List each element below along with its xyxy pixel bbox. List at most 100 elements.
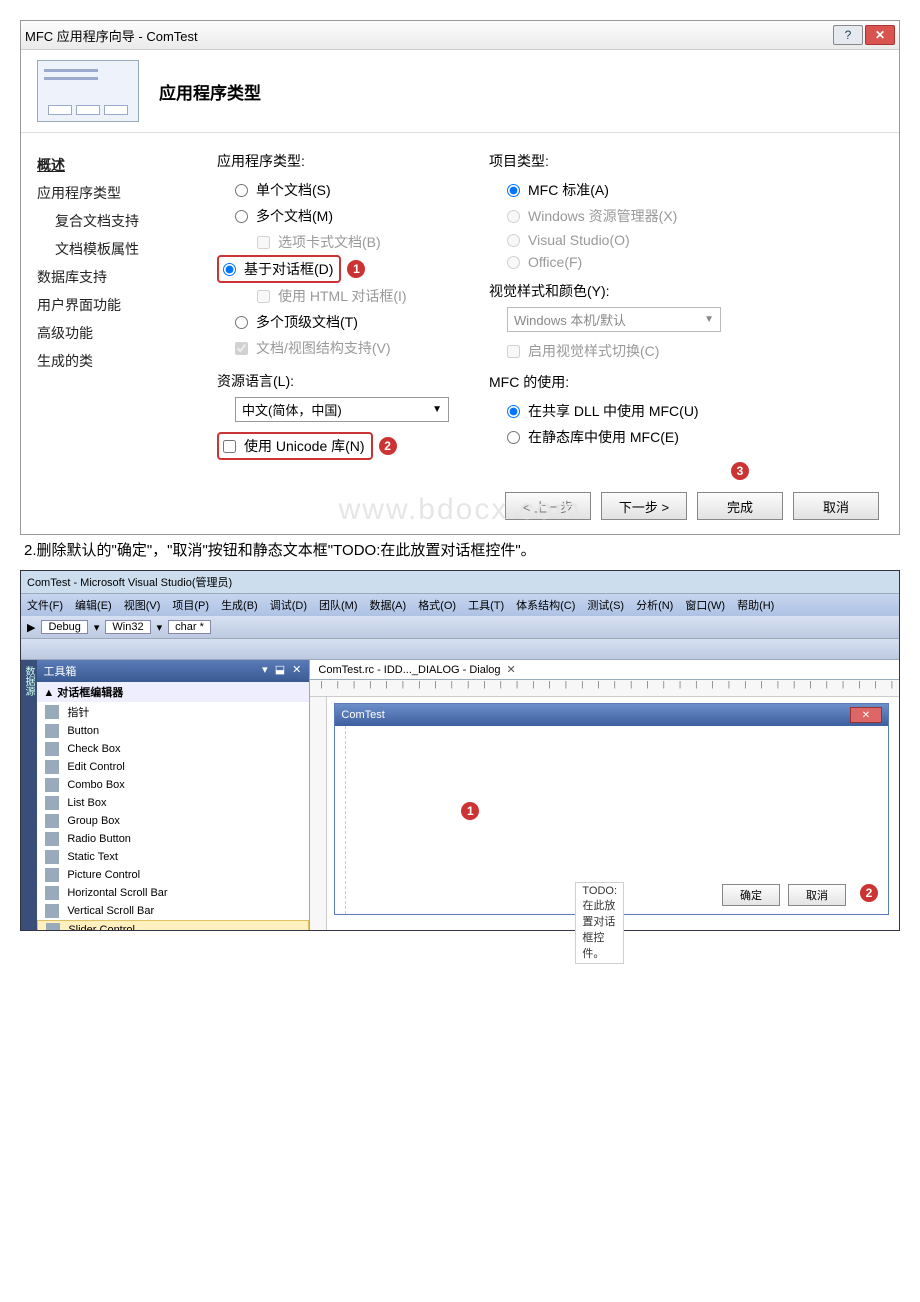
marker-2: 2 bbox=[379, 437, 397, 455]
nav-advanced[interactable]: 高级功能 bbox=[37, 319, 207, 347]
label-dialog: 基于对话框(D) bbox=[244, 259, 333, 279]
side-tab[interactable]: 数据源 bbox=[21, 660, 37, 930]
nav-classes[interactable]: 生成的类 bbox=[37, 347, 207, 375]
menu-file[interactable]: 文件(F) bbox=[27, 597, 63, 613]
toolbox-item-label: 指针 bbox=[67, 704, 89, 720]
caption-text: 2.删除默认的"确定"，"取消"按钮和静态文本框"TODO:在此放置对话框控件"… bbox=[24, 539, 896, 560]
toolbox-list: 指针 ButtonCheck BoxEdit ControlCombo BoxLi… bbox=[37, 702, 309, 930]
check-unicode[interactable] bbox=[223, 440, 236, 453]
control-icon bbox=[45, 778, 59, 792]
close-button[interactable]: ✕ bbox=[865, 25, 895, 45]
side-tab-label: 数据源 bbox=[21, 660, 36, 696]
toolbox-item[interactable]: Check Box bbox=[37, 740, 309, 758]
dialog-close-icon[interactable]: ✕ bbox=[850, 707, 882, 723]
toolbox-item[interactable]: Group Box bbox=[37, 812, 309, 830]
platform-select[interactable]: Win32 bbox=[105, 620, 150, 634]
control-icon bbox=[45, 724, 59, 738]
nav-overview[interactable]: 概述 bbox=[37, 151, 207, 179]
toolbox-item[interactable]: Static Text bbox=[37, 848, 309, 866]
menu-edit[interactable]: 编辑(E) bbox=[75, 597, 112, 613]
radio-mfc-static[interactable] bbox=[507, 431, 520, 444]
toolbox-item[interactable]: Button bbox=[37, 722, 309, 740]
wizard-nav: 概述 应用程序类型 复合文档支持 文档模板属性 数据库支持 用户界面功能 高级功… bbox=[21, 133, 207, 478]
help-button[interactable]: ? bbox=[833, 25, 863, 45]
wizard-thumb-icon bbox=[37, 60, 139, 122]
wizard-footer: 3 < 上一步 下一步 > 完成 取消 bbox=[21, 478, 899, 534]
toolbox-item-label: Picture Control bbox=[67, 869, 140, 881]
vs-toolbar-2 bbox=[21, 639, 899, 660]
wizard-titlebar: MFC 应用程序向导 - ComTest ? ✕ bbox=[21, 21, 899, 50]
radio-mfc-shared[interactable] bbox=[507, 405, 520, 418]
toolbox-item-label: Vertical Scroll Bar bbox=[67, 905, 154, 917]
menu-test[interactable]: 测试(S) bbox=[587, 597, 624, 613]
control-icon bbox=[45, 868, 59, 882]
toolbox-item[interactable]: Vertical Scroll Bar bbox=[37, 902, 309, 920]
toolbox-item[interactable]: Edit Control bbox=[37, 758, 309, 776]
radio-vs bbox=[507, 234, 520, 247]
radio-multi[interactable] bbox=[235, 210, 248, 223]
toolbox-item[interactable]: Slider Control bbox=[37, 920, 309, 930]
h-ruler: | | | | | | | | | | | | | | | | | | | | … bbox=[310, 680, 899, 697]
radio-dialog[interactable] bbox=[223, 263, 236, 276]
menu-build[interactable]: 生成(B) bbox=[221, 597, 258, 613]
label-tabbed: 选项卡式文档(B) bbox=[278, 232, 381, 252]
toolbox-item[interactable]: Picture Control bbox=[37, 866, 309, 884]
prev-button[interactable]: < 上一步 bbox=[505, 492, 591, 520]
res-lang-select[interactable]: 中文(简体，中国) ▼ bbox=[235, 397, 449, 422]
nav-ui[interactable]: 用户界面功能 bbox=[37, 291, 207, 319]
cancel-button[interactable]: 取消 bbox=[793, 492, 879, 520]
mfc-use-label: MFC 的使用: bbox=[489, 372, 721, 392]
label-visual-switch: 启用视觉样式切换(C) bbox=[528, 341, 659, 361]
toolbox-item[interactable]: List Box bbox=[37, 794, 309, 812]
menu-help[interactable]: 帮助(H) bbox=[737, 597, 774, 613]
cancel-btn[interactable]: 取消 bbox=[788, 884, 846, 906]
label-html: 使用 HTML 对话框(I) bbox=[278, 286, 407, 306]
static-text[interactable]: TODO: 在此放置对话框控件。 bbox=[575, 882, 624, 964]
pin-close-icons[interactable]: ▾ ⬓ ✕ bbox=[262, 663, 303, 679]
nav-compound[interactable]: 复合文档支持 bbox=[37, 207, 207, 235]
close-icon[interactable]: ✕ bbox=[507, 663, 516, 676]
toolbox-item[interactable]: 指针 bbox=[37, 702, 309, 722]
menu-team[interactable]: 团队(M) bbox=[319, 597, 358, 613]
menu-window[interactable]: 窗口(W) bbox=[685, 597, 725, 613]
toolbox-item-label: Slider Control bbox=[68, 924, 135, 930]
toolbox-item-label: Static Text bbox=[67, 851, 118, 863]
control-icon bbox=[45, 742, 59, 756]
radio-mfc[interactable] bbox=[507, 184, 520, 197]
control-icon bbox=[45, 832, 59, 846]
menu-project[interactable]: 项目(P) bbox=[172, 597, 209, 613]
label-mfc-static: 在静态库中使用 MFC(E) bbox=[528, 427, 679, 447]
menu-tools[interactable]: 工具(T) bbox=[468, 597, 504, 613]
res-lang-label: 资源语言(L): bbox=[217, 371, 449, 391]
toolbox-item[interactable]: Combo Box bbox=[37, 776, 309, 794]
vs-toolbar: ▶ Debug ▾ Win32 ▾ char * bbox=[21, 616, 899, 639]
nav-doc-template[interactable]: 文档模板属性 bbox=[37, 235, 207, 263]
config-select[interactable]: Debug bbox=[41, 620, 87, 634]
toolbox-category[interactable]: ▲ 对话框编辑器 bbox=[37, 682, 309, 702]
radio-top[interactable] bbox=[235, 316, 248, 329]
finish-button[interactable]: 完成 bbox=[697, 492, 783, 520]
dialog-preview[interactable]: ComTest ✕ TODO: 在此放置对话框控件。 1 确定 取消 bbox=[334, 703, 889, 915]
find-box[interactable]: char * bbox=[168, 620, 211, 634]
nav-app-type[interactable]: 应用程序类型 bbox=[37, 179, 207, 207]
label-vs: Visual Studio(O) bbox=[528, 232, 630, 248]
vs-window: ComTest - Microsoft Visual Studio(管理员) 文… bbox=[20, 570, 900, 931]
menu-format[interactable]: 格式(O) bbox=[418, 597, 456, 613]
design-tab-label: ComTest.rc - IDD..._DIALOG - Dialog bbox=[318, 664, 500, 676]
nav-database[interactable]: 数据库支持 bbox=[37, 263, 207, 291]
menu-debug[interactable]: 调试(D) bbox=[270, 597, 307, 613]
menu-arch[interactable]: 体系结构(C) bbox=[516, 597, 575, 613]
label-single: 单个文档(S) bbox=[256, 180, 331, 200]
menu-analyze[interactable]: 分析(N) bbox=[636, 597, 673, 613]
toolbox-panel: 工具箱 ▾ ⬓ ✕ ▲ 对话框编辑器 指针ButtonCheck BoxEdit… bbox=[37, 660, 310, 930]
toolbox-item[interactable]: Radio Button bbox=[37, 830, 309, 848]
toolbox-item-label: Group Box bbox=[67, 815, 120, 827]
menu-view[interactable]: 视图(V) bbox=[124, 597, 161, 613]
toolbox-item[interactable]: Horizontal Scroll Bar bbox=[37, 884, 309, 902]
vs-menubar: 文件(F) 编辑(E) 视图(V) 项目(P) 生成(B) 调试(D) 团队(M… bbox=[21, 594, 899, 616]
next-button[interactable]: 下一步 > bbox=[601, 492, 687, 520]
menu-data[interactable]: 数据(A) bbox=[370, 597, 407, 613]
radio-single[interactable] bbox=[235, 184, 248, 197]
design-tab[interactable]: ComTest.rc - IDD..._DIALOG - Dialog ✕ bbox=[310, 660, 899, 680]
ok-button[interactable]: 确定 bbox=[722, 884, 780, 906]
